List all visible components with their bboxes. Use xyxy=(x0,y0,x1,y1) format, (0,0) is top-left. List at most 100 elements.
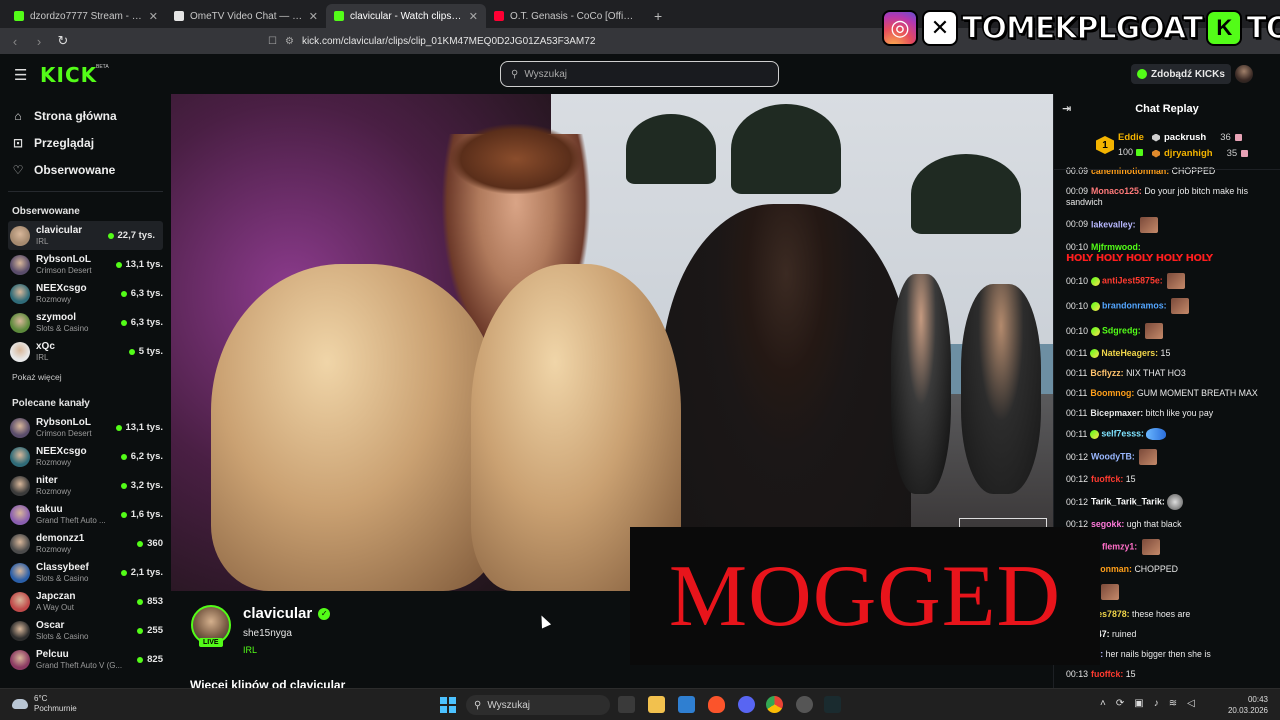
browser-tab-active[interactable]: clavicular - Watch clips on Kic✕ xyxy=(326,4,486,28)
sidebar-channel[interactable]: NEEXcsgo Rozmowy 6,2 tys. xyxy=(0,442,171,471)
viewer-count: 6,3 tys. xyxy=(130,317,163,328)
live-badge: LIVE xyxy=(199,638,223,647)
chat-username[interactable]: brandonramos: xyxy=(1102,301,1167,311)
nav-browse[interactable]: ⊡ Przeglądaj xyxy=(12,129,171,156)
sidebar-channel[interactable]: takuu Grand Theft Auto ... 1,6 tys. xyxy=(0,500,171,529)
chat-username[interactable]: Bicepmaxer: xyxy=(1090,408,1143,418)
brave-icon[interactable] xyxy=(708,696,725,713)
viewer-count: 360 xyxy=(147,538,163,549)
message-text: these hoes are xyxy=(1132,609,1191,620)
gifter-row[interactable]: packrush 36 xyxy=(1152,132,1242,143)
back-icon[interactable]: ‹ xyxy=(8,34,22,49)
clock[interactable]: 00:43 20.03.2026 xyxy=(1218,694,1268,716)
person-hair xyxy=(451,124,581,194)
store-icon[interactable] xyxy=(678,696,695,713)
holy-emote: HOLY HOLY HOLY HOLY HOLY xyxy=(1066,253,1213,265)
bookmark-icon[interactable]: ☐ xyxy=(268,36,277,47)
browser-tab[interactable]: OmeTV Video Chat — Omegle Ra✕ xyxy=(166,4,326,28)
overlay-handle: TOMEKPL xyxy=(1246,10,1280,47)
close-tab-icon[interactable]: ✕ xyxy=(469,10,478,23)
sidebar-channel[interactable]: Oscar Slots & Casino 255 xyxy=(0,616,171,645)
chat-username[interactable]: antiJest5875e: xyxy=(1102,276,1163,286)
gifter-row[interactable]: djryanhigh 35 xyxy=(1152,148,1249,159)
message-time: 00:10 xyxy=(1066,300,1089,311)
message-time: 00:12 xyxy=(1066,496,1089,507)
sidebar-channel[interactable]: Classybeef Slots & Casino 2,1 tys. xyxy=(0,558,171,587)
chat-username[interactable]: flemzy1: xyxy=(1102,542,1137,552)
sidebar-channel[interactable]: NEEXcsgo Rozmowy 6,3 tys. xyxy=(0,279,171,308)
collapse-chat-icon[interactable]: ⇥ xyxy=(1062,102,1071,115)
show-more-link[interactable]: Pokaż więcej xyxy=(0,366,171,386)
mic-icon[interactable]: ♪ xyxy=(1154,698,1159,709)
sidebar-channel[interactable]: Japczan A Way Out 853 xyxy=(0,587,171,616)
chat-username[interactable]: Sdgredg: xyxy=(1102,326,1141,336)
user-badge-icon xyxy=(1091,276,1101,286)
terminal-icon[interactable] xyxy=(824,696,841,713)
chat-username[interactable]: fuoffck: xyxy=(1091,669,1123,679)
viewer-count: 3,2 tys. xyxy=(130,480,163,491)
chat-username[interactable]: NateHeagers: xyxy=(1101,348,1158,358)
app-icon[interactable] xyxy=(796,696,813,713)
sidebar-channel[interactable]: clavicular IRL 22,7 tys. xyxy=(8,221,163,250)
video-player[interactable] xyxy=(171,94,1053,591)
nav-following[interactable]: ♡ Obserwowane xyxy=(12,156,171,183)
user-avatar[interactable] xyxy=(1235,65,1253,83)
taskbar-search[interactable]: ⚲ Wyszukaj xyxy=(466,695,610,715)
reload-icon[interactable]: ↻ xyxy=(56,33,70,49)
file-explorer-icon[interactable] xyxy=(648,696,665,713)
menu-icon[interactable]: ☰ xyxy=(14,66,27,84)
chat-username[interactable]: Bcflyzz: xyxy=(1090,368,1123,378)
live-dot-icon xyxy=(137,598,144,605)
url-field[interactable]: ☐ ⚙ kick.com/clavicular/clips/clip_01KM4… xyxy=(268,31,868,51)
stream-category[interactable]: IRL xyxy=(243,645,257,655)
app-tray-icon[interactable]: ▣ xyxy=(1134,698,1143,709)
forward-icon[interactable]: › xyxy=(32,34,46,49)
kicks-coin-icon xyxy=(1137,69,1147,79)
top-gifter-name[interactable]: Eddie xyxy=(1118,132,1144,143)
wifi-icon[interactable]: ≋ xyxy=(1169,698,1177,709)
chat-username[interactable]: WoodyTB: xyxy=(1091,452,1135,462)
sidebar-channel[interactable]: niter Rozmowy 3,2 tys. xyxy=(0,471,171,500)
search-input[interactable]: ⚲ Wyszukaj xyxy=(500,61,779,87)
chrome-icon[interactable] xyxy=(766,696,783,713)
message-text: bitch like you pay xyxy=(1145,408,1214,419)
close-tab-icon[interactable]: ✕ xyxy=(309,10,318,23)
chevron-up-icon[interactable]: ˄ xyxy=(1100,698,1106,709)
weather-widget[interactable]: 6°C Pochmurnie xyxy=(12,694,77,714)
chat-username[interactable]: Monaco125: xyxy=(1091,186,1142,196)
chat-message: 00:10 brandonramos: xyxy=(1066,294,1274,319)
get-kicks-button[interactable]: Zdobądź KICKs xyxy=(1131,64,1231,84)
message-text: her nails bigger then she is xyxy=(1105,649,1211,660)
chat-username[interactable]: self7esss: xyxy=(1101,429,1144,439)
chat-username[interactable]: Tarik_Tarik_Tarik: xyxy=(1091,497,1165,507)
butterfly-emote-icon xyxy=(1146,428,1167,441)
close-tab-icon[interactable]: ✕ xyxy=(149,10,158,23)
site-info-icon[interactable]: ⚙ xyxy=(285,36,294,47)
windows-start-icon[interactable] xyxy=(440,697,456,713)
volume-icon[interactable]: ◁ xyxy=(1187,698,1195,709)
new-tab-icon[interactable]: + xyxy=(646,8,670,28)
sidebar-channel[interactable]: szymool Slots & Casino 6,3 tys. xyxy=(0,308,171,337)
sidebar-channel[interactable]: xQc IRL 5 tys. xyxy=(0,337,171,366)
live-dot-icon xyxy=(115,424,122,431)
sidebar-channel[interactable]: demonzz1 Rozmowy 360 xyxy=(0,529,171,558)
task-view-icon[interactable] xyxy=(618,696,635,713)
cloud-icon xyxy=(12,699,28,709)
sidebar-channel[interactable]: Pelcuu Grand Theft Auto V (G... 825 xyxy=(0,645,171,674)
chat-username[interactable]: fuoffck: xyxy=(1091,474,1123,484)
sidebar-channel[interactable]: RybsonLoL Crimson Desert 13,1 tys. xyxy=(0,250,171,279)
nav-home[interactable]: ⌂ Strona główna xyxy=(12,102,171,129)
discord-icon[interactable] xyxy=(738,696,755,713)
channel-category: Rozmowy xyxy=(36,458,72,467)
chat-username[interactable]: lakevalley: xyxy=(1091,219,1136,229)
sync-icon[interactable]: ⟳ xyxy=(1116,698,1124,709)
browser-tab[interactable]: O.T. Genasis - CoCo [Official Music V xyxy=(486,4,646,28)
browser-tab[interactable]: dzordzo7777 Stream - Watch Live on✕ xyxy=(6,4,166,28)
sidebar-channel[interactable]: RybsonLoL Crimson Desert 13,1 tys. xyxy=(0,413,171,442)
following-list: clavicular IRL 22,7 tys. RybsonLoL Crimson D… xyxy=(0,221,171,366)
kick-logo[interactable]: KICK xyxy=(40,63,97,87)
chat-username[interactable]: Boomnog: xyxy=(1090,388,1134,398)
channel-category: Grand Theft Auto V (G... xyxy=(36,661,123,670)
streamer-name[interactable]: clavicular ✓ xyxy=(243,605,331,622)
chat-username[interactable]: Mjfrmwood: xyxy=(1091,242,1141,252)
